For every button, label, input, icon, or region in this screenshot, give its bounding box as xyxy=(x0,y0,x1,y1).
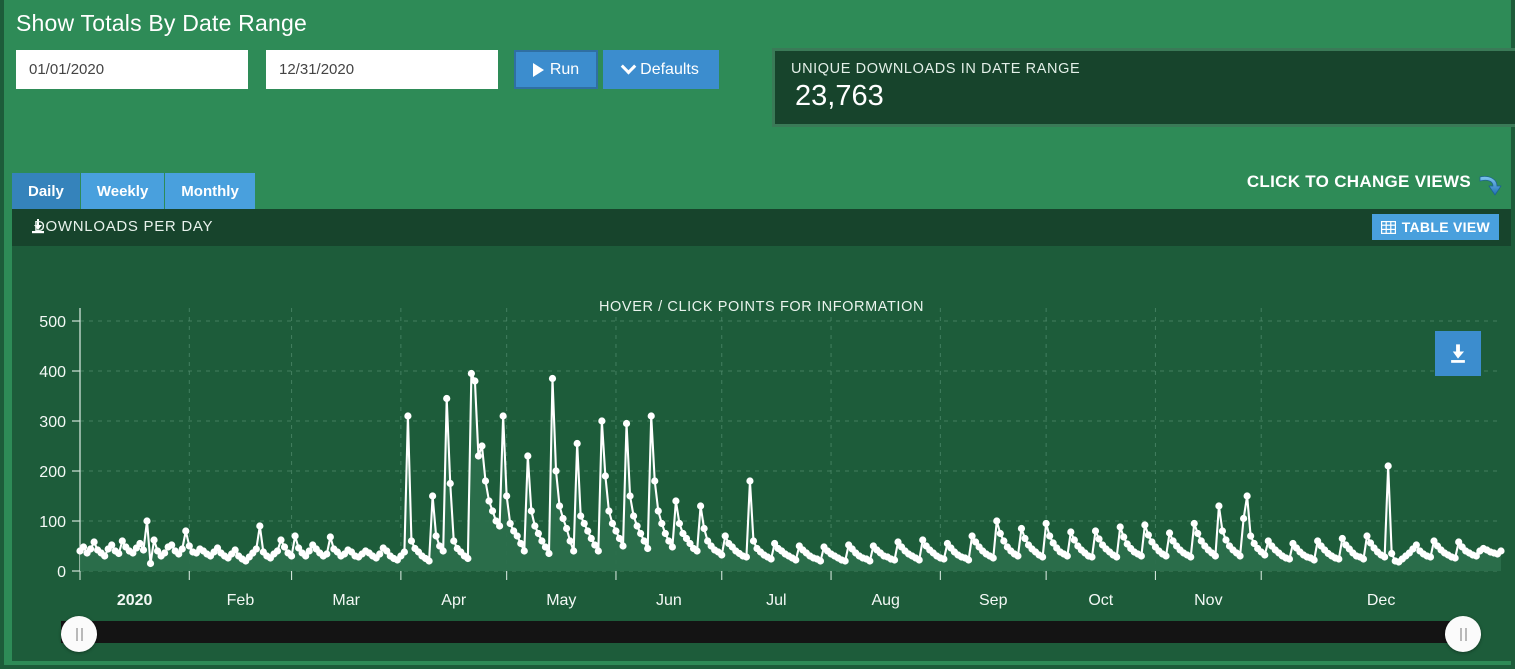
play-icon xyxy=(533,63,544,77)
end-date-input[interactable] xyxy=(266,50,498,89)
app-page: Show Totals By Date Range Run Defaults U… xyxy=(0,0,1515,669)
grip-handle-icon xyxy=(1460,628,1467,641)
svg-text:Mar: Mar xyxy=(332,592,360,609)
run-button-label: Run xyxy=(550,61,579,79)
stat-value: 23,763 xyxy=(795,80,1515,113)
unique-downloads-stat-box: UNIQUE DOWNLOADS IN DATE RANGE 23,763 xyxy=(772,48,1515,127)
stat-label: UNIQUE DOWNLOADS IN DATE RANGE xyxy=(791,61,1515,77)
chart-hint-text: HOVER / CLICK POINTS FOR INFORMATION xyxy=(12,299,1511,315)
svg-text:200: 200 xyxy=(39,464,66,481)
svg-text:500: 500 xyxy=(39,314,66,331)
svg-text:May: May xyxy=(546,592,576,609)
range-handle-left[interactable] xyxy=(61,616,97,652)
svg-text:2020: 2020 xyxy=(117,592,153,609)
table-view-label: TABLE VIEW xyxy=(1402,219,1490,235)
svg-text:Jul: Jul xyxy=(766,592,786,609)
table-view-button[interactable]: TABLE VIEW xyxy=(1372,214,1499,240)
chart-card-header: DOWNLOADS PER DAY TABLE VIEW xyxy=(12,209,1511,246)
tab-daily[interactable]: Daily xyxy=(12,173,81,209)
svg-text:0: 0 xyxy=(57,564,66,581)
tab-monthly-label: Monthly xyxy=(181,183,239,200)
range-handle-right[interactable] xyxy=(1445,616,1481,652)
svg-text:Sep: Sep xyxy=(979,592,1008,609)
svg-text:100: 100 xyxy=(39,514,66,531)
defaults-button[interactable]: Defaults xyxy=(603,50,719,89)
svg-text:Nov: Nov xyxy=(1194,592,1222,609)
tab-weekly[interactable]: Weekly xyxy=(81,173,165,209)
svg-text:Feb: Feb xyxy=(227,592,255,609)
run-button[interactable]: Run xyxy=(514,50,598,89)
grid-icon xyxy=(1381,221,1396,234)
chart-card-title: DOWNLOADS PER DAY xyxy=(34,218,213,235)
chart-range-scrollbar[interactable] xyxy=(61,621,1474,643)
change-views-label: CLICK TO CHANGE VIEWS xyxy=(1247,172,1471,192)
start-date-input[interactable] xyxy=(16,50,248,89)
tab-weekly-label: Weekly xyxy=(97,183,148,200)
tab-daily-label: Daily xyxy=(28,183,64,200)
tab-monthly[interactable]: Monthly xyxy=(165,173,256,209)
downloads-chart-card: DOWNLOADS PER DAY TABLE VIEW HOVER / CLI… xyxy=(12,209,1511,661)
download-icon xyxy=(1447,343,1469,365)
page-title: Show Totals By Date Range xyxy=(16,10,307,37)
svg-text:Dec: Dec xyxy=(1367,592,1395,609)
grip-handle-icon xyxy=(76,628,83,641)
chart-download-button[interactable] xyxy=(1435,331,1481,376)
svg-text:Aug: Aug xyxy=(871,592,899,609)
chevron-down-icon xyxy=(621,59,637,75)
svg-text:400: 400 xyxy=(39,364,66,381)
curved-arrow-down-icon xyxy=(1477,172,1503,198)
svg-text:300: 300 xyxy=(39,414,66,431)
chart-plot-area[interactable]: HOVER / CLICK POINTS FOR INFORMATION 0 10… xyxy=(12,246,1511,661)
svg-text:Oct: Oct xyxy=(1088,592,1113,609)
defaults-button-label: Defaults xyxy=(640,61,699,79)
view-tabs: Daily Weekly Monthly xyxy=(12,173,256,209)
svg-text:Jun: Jun xyxy=(656,592,682,609)
svg-text:Apr: Apr xyxy=(441,592,467,609)
